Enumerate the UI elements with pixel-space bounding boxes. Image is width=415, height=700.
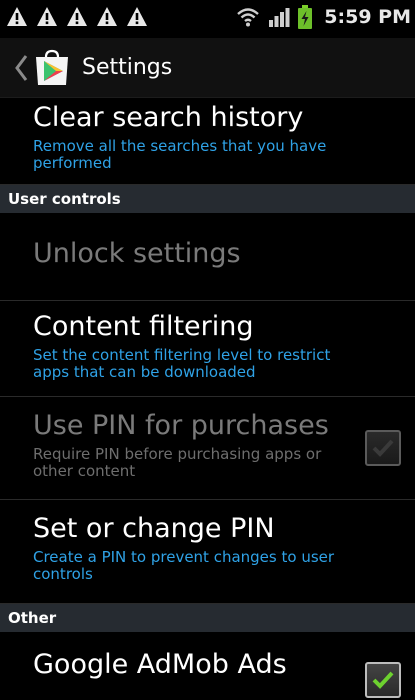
warning-icon: [67, 7, 87, 26]
status-bar: 5:59 PM: [0, 0, 415, 38]
status-indicators: 5:59 PM: [236, 5, 411, 29]
pref-title: Set or change PIN: [33, 513, 275, 544]
settings-list: Clear search history Remove all the sear…: [0, 98, 415, 700]
warning-icon: [97, 7, 117, 26]
pref-summary: Set the content filtering level to restr…: [33, 346, 331, 381]
warning-icon: [127, 7, 147, 26]
battery-charging-icon: [298, 5, 313, 29]
pref-title: Use PIN for purchases: [33, 410, 329, 441]
pref-set-or-change-pin[interactable]: Set or change PIN Create a PIN to preven…: [0, 500, 415, 604]
admob-checkbox[interactable]: [365, 662, 401, 698]
pref-title: Unlock settings: [33, 238, 241, 269]
pref-summary: Create a PIN to prevent changes to user …: [33, 548, 335, 583]
category-other: Other: [0, 604, 415, 632]
pref-content-filtering[interactable]: Content filtering Set the content filter…: [0, 301, 415, 397]
chevron-left-icon[interactable]: [14, 54, 28, 82]
notification-icons: [6, 6, 148, 28]
pref-title: Google AdMob Ads: [33, 649, 287, 680]
page-title: Settings: [82, 55, 173, 80]
wifi-icon: [237, 8, 260, 27]
category-user-controls: User controls: [0, 185, 415, 213]
pref-use-pin-for-purchases[interactable]: Use PIN for purchases Require PIN before…: [0, 397, 415, 500]
pref-summary: Require PIN before purchasing apps or ot…: [33, 445, 322, 480]
checkmark-icon: [372, 439, 394, 457]
checkmark-icon: [372, 671, 394, 689]
signal-icon: [269, 8, 290, 27]
pref-unlock-settings[interactable]: Unlock settings: [0, 213, 415, 301]
pref-google-admob-ads[interactable]: Google AdMob Ads: [0, 632, 415, 700]
action-bar: Settings: [0, 38, 415, 98]
use-pin-checkbox[interactable]: [365, 430, 401, 466]
pref-title: Content filtering: [33, 311, 254, 342]
pref-clear-search-history[interactable]: Clear search history Remove all the sear…: [0, 98, 415, 185]
play-store-icon[interactable]: [32, 48, 72, 88]
warning-icon: [7, 7, 27, 26]
status-clock: 5:59 PM: [324, 6, 411, 28]
pref-summary: Remove all the searches that you have pe…: [33, 137, 327, 172]
warning-icon: [37, 7, 57, 26]
pref-title: Clear search history: [33, 102, 304, 133]
